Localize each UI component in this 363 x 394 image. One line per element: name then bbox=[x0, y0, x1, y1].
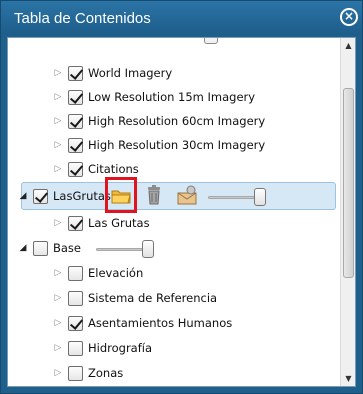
layer-row-high-resolution-30: ▷ High Resolution 30cm Imagery bbox=[53, 134, 265, 156]
layer-row-elevacion: ▷ Elevación bbox=[53, 262, 143, 284]
layer-group-lasgrutas: ◢ LasGrutas bbox=[18, 185, 111, 207]
expand-arrow-icon[interactable]: ▷ bbox=[53, 343, 63, 353]
close-icon: × bbox=[343, 9, 355, 23]
layer-group-checkbox[interactable] bbox=[33, 188, 48, 204]
expand-arrow-icon[interactable]: ▷ bbox=[53, 268, 63, 278]
expand-arrow-icon[interactable]: ▷ bbox=[53, 116, 63, 126]
layer-tree-container: ▷ World Imagery ▷ Low Resolution 15m Ima… bbox=[7, 37, 356, 387]
layer-label: Hidrografía bbox=[88, 341, 153, 355]
expand-arrow-icon[interactable]: ▷ bbox=[53, 218, 63, 228]
panel-title: Tabla de Contenidos bbox=[14, 10, 151, 27]
partial-slider-knob[interactable] bbox=[204, 38, 218, 44]
layer-row-asentamientos-humanos: ▷ Asentamientos Humanos bbox=[53, 312, 232, 334]
layer-checkbox[interactable] bbox=[68, 89, 83, 105]
layer-checkbox[interactable] bbox=[68, 137, 83, 153]
layer-row-sistema-de-referencia: ▷ Sistema de Referencia bbox=[53, 287, 217, 309]
layer-checkbox[interactable] bbox=[68, 113, 83, 129]
scroll-down-icon[interactable]: ▼ bbox=[341, 371, 355, 386]
layer-checkbox[interactable] bbox=[68, 215, 83, 231]
layer-row-low-resolution: ▷ Low Resolution 15m Imagery bbox=[53, 86, 255, 108]
layer-label: Asentamientos Humanos bbox=[88, 316, 233, 330]
scroll-up-icon[interactable]: ▲ bbox=[341, 38, 355, 53]
layer-group-label: LasGrutas bbox=[53, 189, 111, 203]
layer-label: Las Grutas bbox=[88, 216, 150, 230]
layer-checkbox[interactable] bbox=[68, 340, 83, 356]
collapse-arrow-icon[interactable]: ◢ bbox=[18, 243, 28, 253]
layer-row-zonas: ▷ Zonas bbox=[53, 362, 123, 384]
layer-checkbox[interactable] bbox=[68, 365, 83, 381]
layer-label: Sistema de Referencia bbox=[88, 291, 218, 305]
layer-properties-icon[interactable] bbox=[176, 185, 198, 205]
collapse-arrow-icon[interactable]: ◢ bbox=[18, 191, 28, 201]
expand-arrow-icon[interactable]: ▷ bbox=[53, 318, 63, 328]
expand-arrow-icon[interactable]: ▷ bbox=[53, 368, 63, 378]
layer-group-label: Base bbox=[53, 241, 82, 255]
slider-knob[interactable] bbox=[142, 240, 154, 258]
layer-checkbox[interactable] bbox=[68, 265, 83, 281]
expand-arrow-icon[interactable]: ▷ bbox=[53, 164, 63, 174]
layer-checkbox[interactable] bbox=[68, 290, 83, 306]
scroll-thumb[interactable] bbox=[343, 88, 354, 278]
close-button[interactable]: × bbox=[340, 8, 358, 26]
expand-arrow-icon[interactable]: ▷ bbox=[53, 140, 63, 150]
panel-titlebar: Tabla de Contenidos × bbox=[1, 1, 362, 35]
layer-checkbox[interactable] bbox=[68, 65, 83, 81]
vertical-scrollbar[interactable]: ▲ ▼ bbox=[340, 38, 355, 386]
slider-knob[interactable] bbox=[254, 188, 266, 206]
table-of-contents-panel: Tabla de Contenidos × ▷ World Imagery ▷ … bbox=[0, 0, 363, 394]
layer-checkbox[interactable] bbox=[68, 315, 83, 331]
expand-arrow-icon[interactable]: ▷ bbox=[53, 293, 63, 303]
layer-row-hidrografia: ▷ Hidrografía bbox=[53, 337, 152, 359]
layer-label: High Resolution 30cm Imagery bbox=[88, 138, 266, 152]
layer-group-checkbox[interactable] bbox=[33, 240, 48, 256]
folder-icon[interactable] bbox=[111, 188, 131, 204]
layer-row-las-grutas: ▷ Las Grutas bbox=[53, 212, 150, 234]
lasgrutas-opacity-slider[interactable] bbox=[208, 188, 266, 206]
base-opacity-slider[interactable] bbox=[96, 240, 154, 258]
layer-label: High Resolution 60cm Imagery bbox=[88, 114, 266, 128]
layer-row-world-imagery: ▷ World Imagery bbox=[53, 62, 172, 84]
layer-label: Zonas bbox=[88, 366, 124, 380]
expand-arrow-icon[interactable]: ▷ bbox=[53, 68, 63, 78]
trash-icon[interactable] bbox=[146, 185, 162, 205]
layer-label: World Imagery bbox=[88, 66, 173, 80]
layer-label: Low Resolution 15m Imagery bbox=[88, 90, 256, 104]
layer-label: Elevación bbox=[88, 266, 144, 280]
layer-tree: ▷ World Imagery ▷ Low Resolution 15m Ima… bbox=[8, 38, 340, 386]
layer-row-high-resolution-60: ▷ High Resolution 60cm Imagery bbox=[53, 110, 265, 132]
layer-label: Citations bbox=[88, 162, 139, 176]
layer-group-base: ◢ Base bbox=[18, 237, 81, 259]
expand-arrow-icon[interactable]: ▷ bbox=[53, 92, 63, 102]
layer-checkbox[interactable] bbox=[68, 161, 83, 177]
